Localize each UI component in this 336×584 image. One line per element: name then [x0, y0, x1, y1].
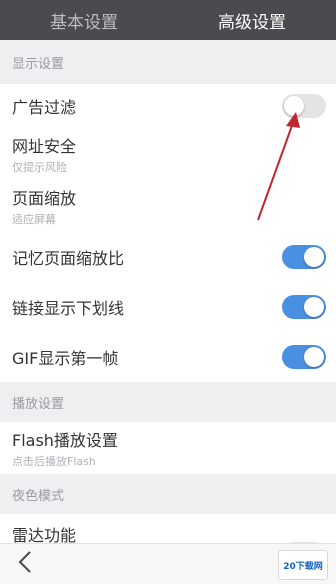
row-url-security[interactable]: 网址安全 仅提示风险 — [0, 128, 336, 180]
row-link-underline[interactable]: 链接显示下划线 — [0, 282, 336, 332]
row-gif-first-frame[interactable]: GIF显示第一帧 — [0, 332, 336, 382]
tab-basic-settings[interactable]: 基本设置 — [0, 0, 168, 40]
ad-filter-toggle[interactable] — [282, 94, 326, 118]
row-title: 网址安全 — [12, 137, 77, 156]
tab-bar: 基本设置 高级设置 — [0, 0, 336, 40]
remember-zoom-toggle[interactable] — [282, 245, 326, 269]
section-header-night-mode: 夜色模式 — [0, 474, 336, 514]
toggle-knob — [304, 247, 324, 267]
row-title: 页面缩放 — [12, 189, 77, 208]
toggle-knob — [304, 297, 324, 317]
bottom-navigation-bar: 20下载网 — [0, 543, 336, 584]
row-page-zoom[interactable]: 页面缩放 适应屏幕 — [0, 180, 336, 232]
toggle-knob — [304, 347, 324, 367]
section-header-display: 显示设置 — [0, 40, 336, 84]
row-subtitle: 仅提示风险 — [12, 161, 67, 174]
row-flash-settings[interactable]: Flash播放设置 点击后播放Flash — [0, 422, 336, 474]
row-remember-zoom[interactable]: 记忆页面缩放比 — [0, 232, 336, 282]
row-subtitle: 点击后播放Flash — [12, 455, 96, 468]
row-ad-filter[interactable]: 广告过滤 — [0, 84, 336, 128]
gif-first-frame-toggle[interactable] — [282, 345, 326, 369]
section-header-playback: 播放设置 — [0, 382, 336, 422]
row-subtitle: 适应屏幕 — [12, 213, 56, 226]
row-title: Flash播放设置 — [12, 431, 118, 450]
tab-advanced-settings[interactable]: 高级设置 — [168, 0, 336, 40]
toggle-knob — [284, 96, 304, 116]
chevron-left-icon[interactable] — [18, 550, 32, 580]
link-underline-toggle[interactable] — [282, 295, 326, 319]
watermark-logo: 20下载网 — [278, 550, 328, 580]
